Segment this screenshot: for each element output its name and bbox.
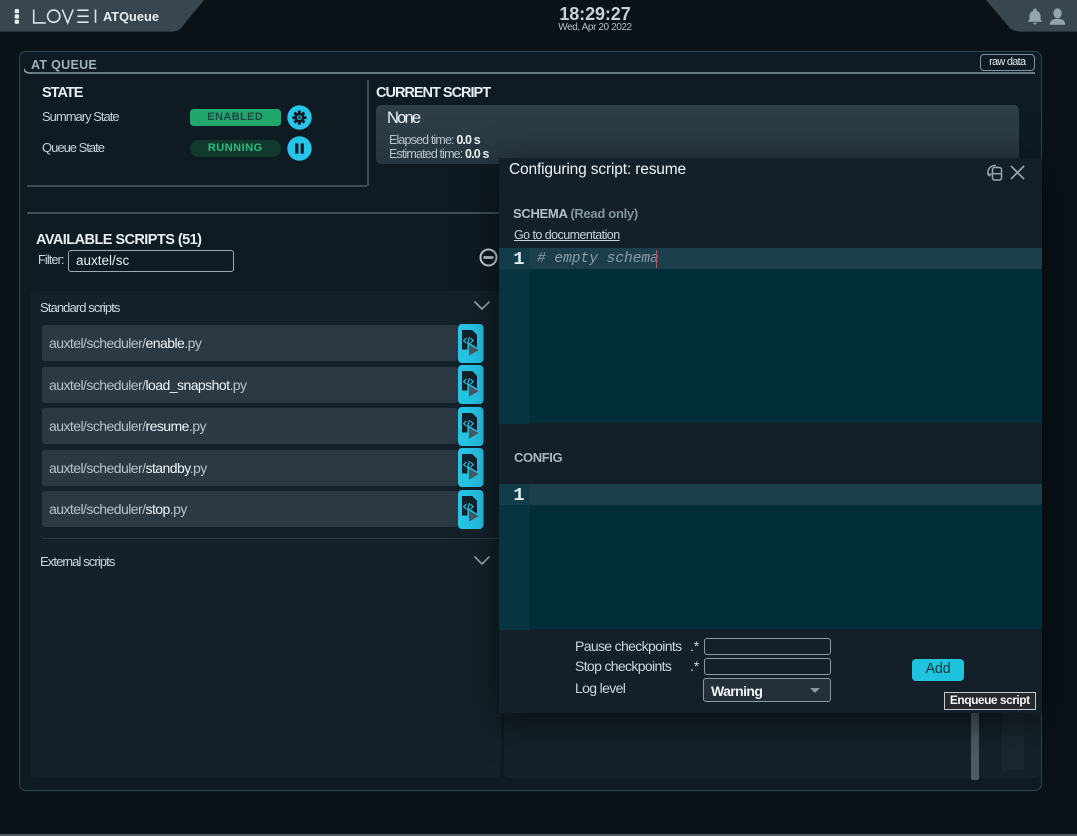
svg-text:ATQueue: ATQueue xyxy=(103,9,159,24)
